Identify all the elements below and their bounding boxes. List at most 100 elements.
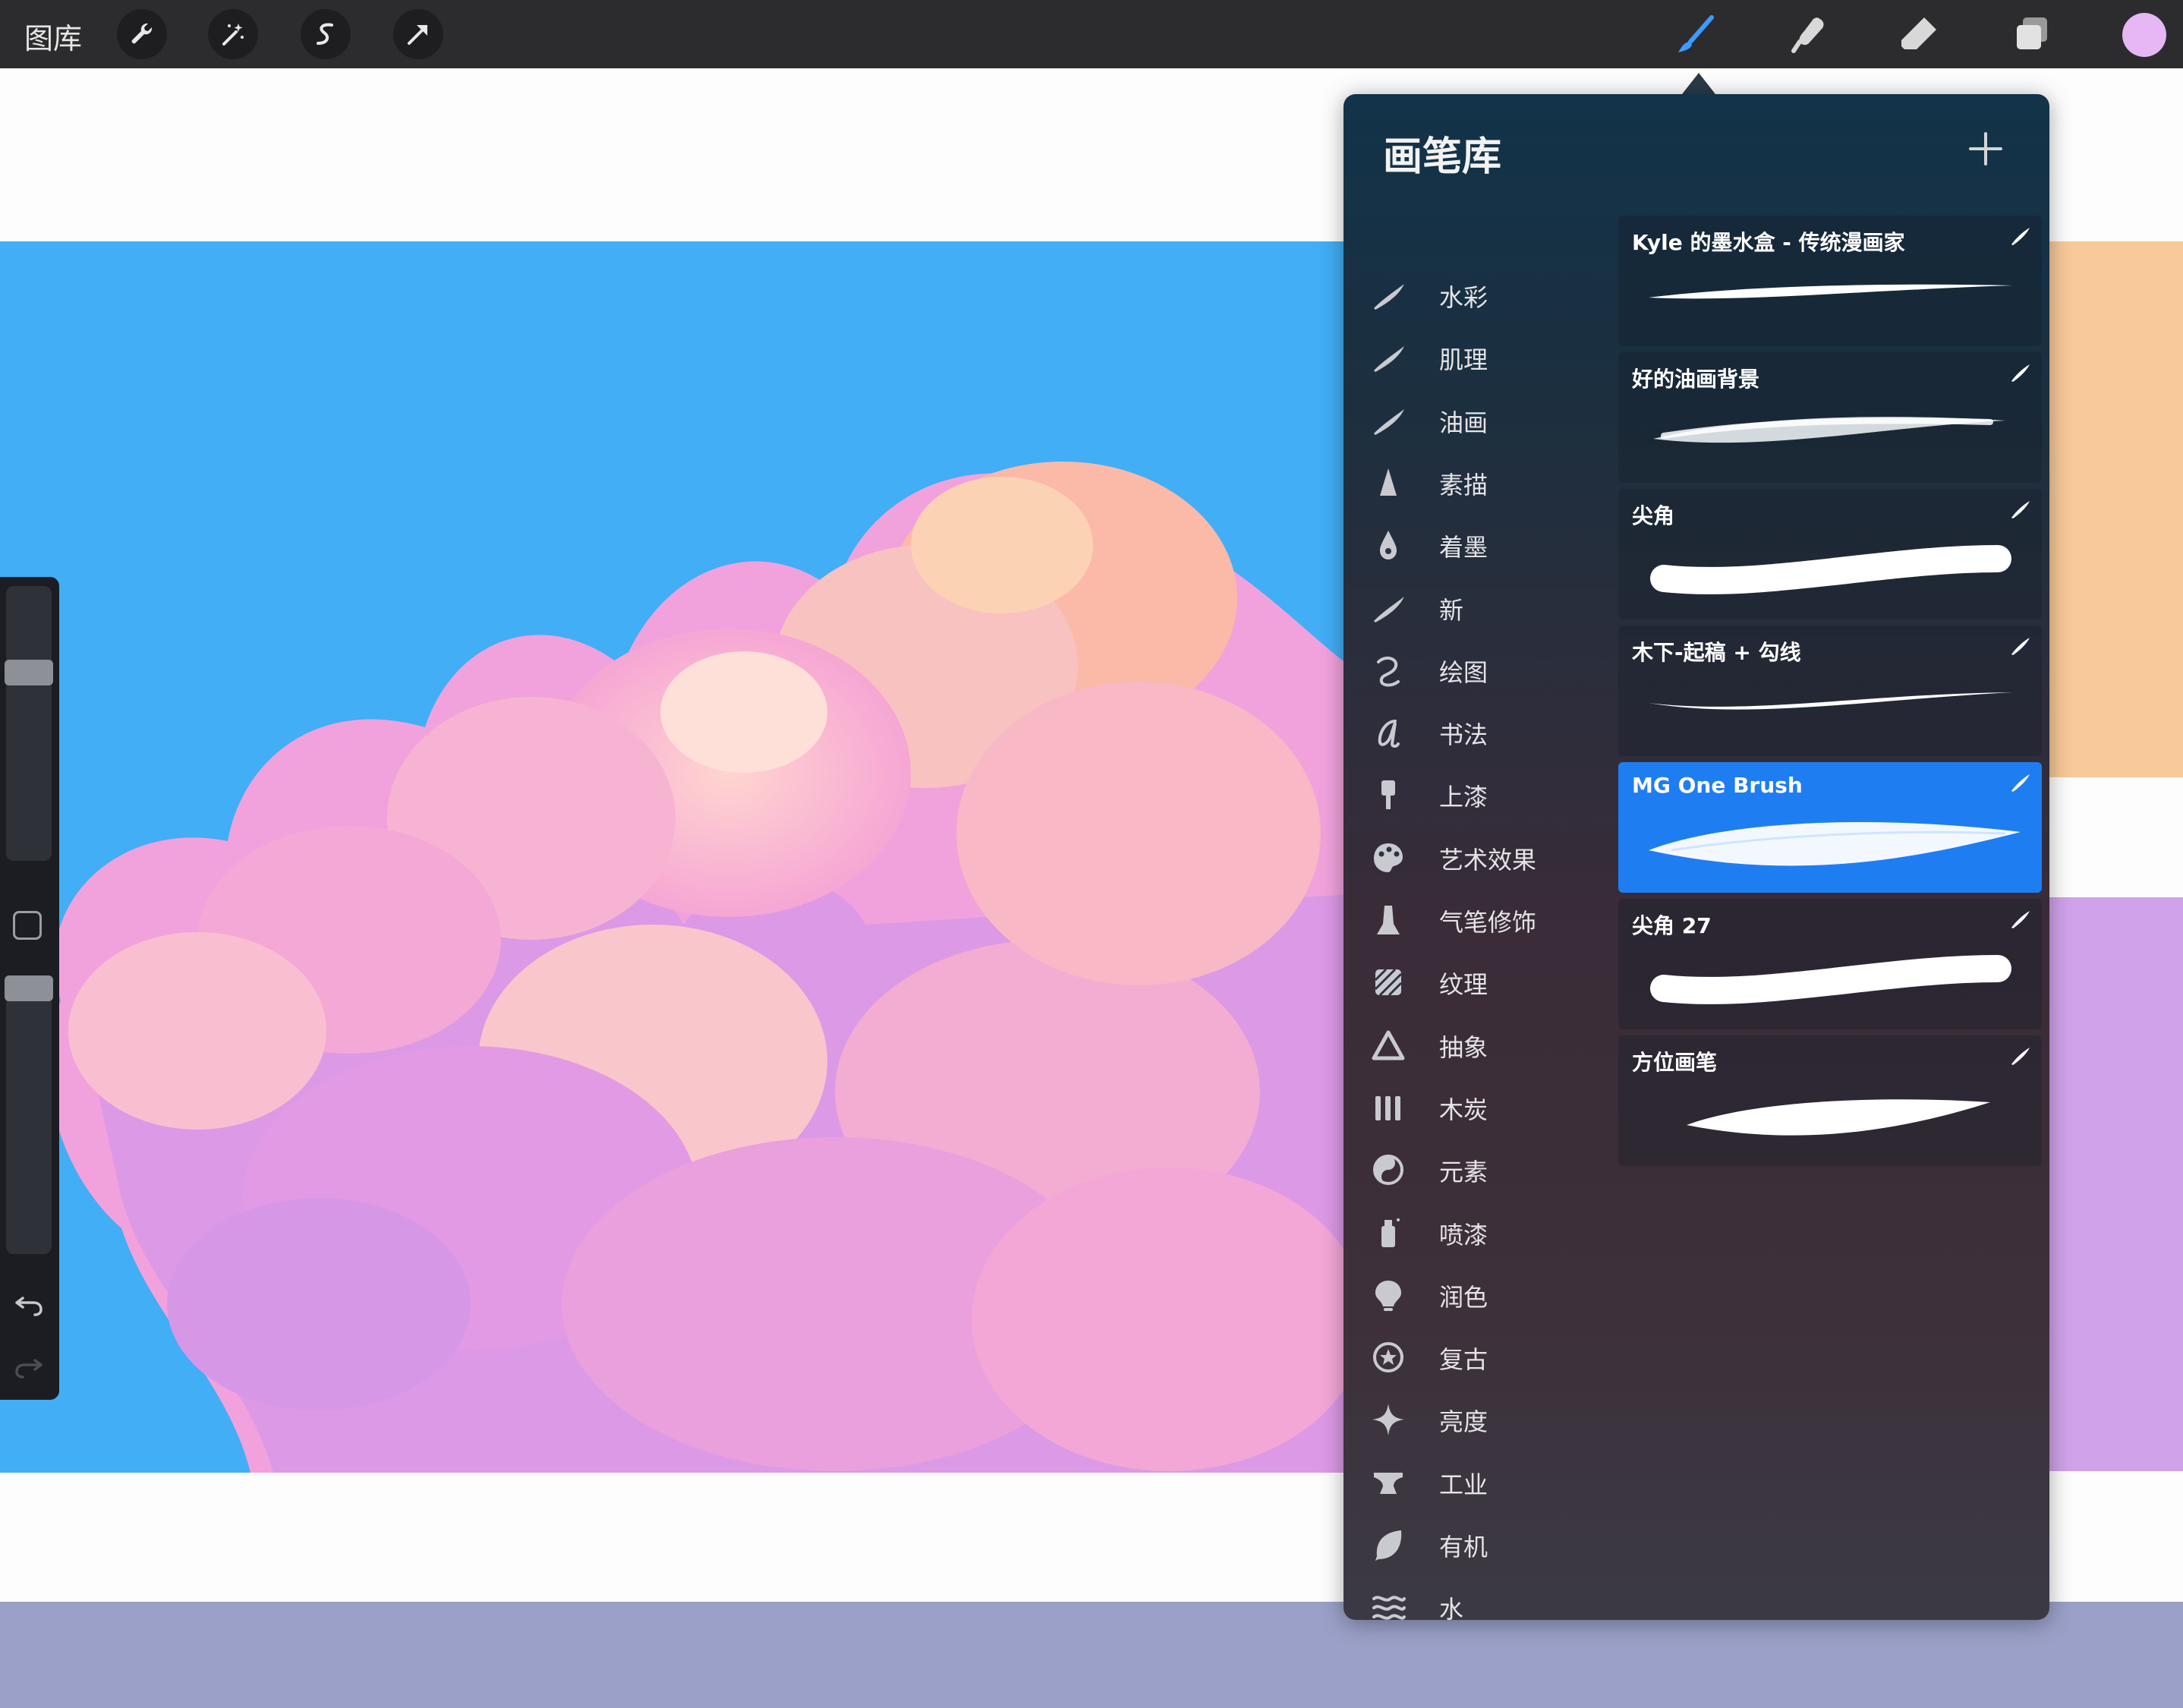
brush-category-label: 绘图 [1439,657,1488,687]
brush-category-item[interactable]: 抽象 [1344,1014,1617,1076]
brush-category-item[interactable]: 艺术效果 [1344,827,1617,889]
brush-stylus-icon [2011,1048,2030,1065]
brush-category-item[interactable]: 润色 [1344,1264,1617,1326]
pencil-tip-icon [1380,468,1397,496]
leaf-icon [1375,1530,1402,1561]
brush-category-item[interactable]: 复古 [1344,1326,1617,1388]
canvas-orange-band [2042,241,2183,777]
brush-stroke-preview [1649,284,2013,299]
star-badge-icon [1373,1342,1403,1373]
plus-icon[interactable] [1964,128,2007,170]
brush-name: 木下-起稿 + 勾线 [1632,640,1801,665]
eraser-icon[interactable] [1893,8,1946,61]
brush-name: MG One Brush [1632,773,1803,798]
magic-wand-icon[interactable] [208,9,258,59]
brush-size-handle[interactable] [5,660,53,685]
brush-name: 尖角 [1632,503,1675,528]
brush-card[interactable]: 尖角 [1618,489,2042,619]
brush-card[interactable]: 好的油画背景 [1618,352,2042,483]
undo-icon[interactable] [11,1284,47,1321]
brush-category-item[interactable]: 肌理 [1344,326,1617,389]
brush-category-item[interactable]: 木炭 [1344,1076,1617,1139]
brush-size-slider[interactable] [5,586,53,861]
brush-category-label: 木炭 [1439,1095,1488,1124]
brush-category-label: 着墨 [1439,533,1488,563]
color-swatch[interactable] [2122,13,2166,57]
swirl-icon [1377,656,1400,687]
brush-stroke-preview [1650,545,2011,594]
ink-drop-icon [1380,531,1397,560]
triangle-icon [1372,1030,1405,1060]
brush-stroke-preview [1649,692,2013,710]
brush-stroke-preview [1649,822,2021,866]
brush-category-item[interactable]: 书法 [1344,701,1617,764]
left-sidebar [0,577,59,1400]
opacity-handle[interactable] [5,975,53,1001]
anvil-icon [1374,1472,1403,1494]
brush-category-item[interactable]: 新 [1344,577,1617,639]
opacity-slider[interactable] [5,975,53,1254]
cloud-painting [49,462,1351,1473]
brush-name: 好的油画背景 [1632,367,1760,392]
brush-stylus-icon [2011,774,2030,792]
brush-category-item[interactable]: 喷漆 [1344,1202,1617,1264]
brush-stylus-icon [2011,364,2030,382]
lightbulb-icon [1375,1280,1401,1311]
brush-category-item[interactable]: 气笔修饰 [1344,889,1617,951]
brush-category-label: 元素 [1439,1158,1488,1187]
panel-caret [1682,73,1715,94]
brush-category-item[interactable]: 上漆 [1344,764,1617,826]
brush-category-item[interactable]: 纹理 [1344,951,1617,1013]
gallery-button[interactable]: 图库 [24,15,82,57]
transform-arrow-icon[interactable] [393,9,443,59]
selection-s-icon[interactable] [301,9,351,59]
redo-icon[interactable] [11,1347,47,1383]
stroke-icon [1374,346,1404,373]
brush-card[interactable]: Kyle 的墨水盒 - 传统漫画家 [1618,216,2042,346]
brush-category-label: 书法 [1439,720,1488,750]
brush-category-item[interactable]: 绘图 [1344,639,1617,701]
brush-card[interactable]: 木下-起稿 + 勾线 [1618,626,2042,756]
brush-category-item[interactable]: 水彩 [1344,264,1617,326]
brush-category-label: 润色 [1439,1282,1488,1312]
paint-brush-icon [1381,780,1395,810]
smudge-icon[interactable] [1782,8,1835,61]
brush-card[interactable]: MG One Brush [1618,762,2042,893]
brush-category-label: 工业 [1439,1470,1488,1499]
brush-category-label: 纹理 [1439,970,1488,1000]
brush-category-item[interactable]: 油画 [1344,389,1617,452]
wrench-icon[interactable] [117,9,167,59]
brush-stroke-preview [1653,417,2005,443]
brush-category-label: 喷漆 [1439,1220,1488,1249]
airbrush-icon [1377,906,1400,934]
brush-category-label: 艺术效果 [1439,845,1537,874]
brush-category-label: 气笔修饰 [1439,908,1537,937]
brush-category-item[interactable]: 水 [1344,1576,1617,1620]
brush-category-label: 抽象 [1439,1032,1488,1062]
yin-yang-icon [1373,1155,1403,1186]
brush-card[interactable]: 方位画笔 [1618,1035,2042,1166]
brush-category-item[interactable]: 素描 [1344,452,1617,514]
brush-category-label: 有机 [1439,1533,1488,1561]
brush-category-item[interactable]: 工业 [1344,1451,1617,1514]
brush-category-item[interactable]: 元素 [1344,1139,1617,1201]
brush-category-item[interactable]: 有机 [1344,1514,1617,1576]
brush-category-label: 油画 [1439,408,1488,437]
brush-stylus-icon [2011,911,2030,928]
brush-category-label: 复古 [1439,1345,1488,1375]
brush-card[interactable]: 尖角 27 [1618,899,2042,1029]
waves-icon [1372,1596,1406,1620]
brush-stroke-preview [1687,1099,1990,1136]
brush-category-item[interactable]: 亮度 [1344,1388,1617,1451]
spray-can-icon [1381,1218,1400,1247]
brush-icon[interactable] [1670,8,1723,61]
sparkle-icon [1372,1404,1404,1436]
brush-category-label: 水彩 [1439,283,1488,312]
brush-category-item[interactable]: 着墨 [1344,514,1617,576]
brush-stylus-icon [2011,228,2030,245]
layers-icon[interactable] [2005,8,2059,61]
brush-category-label: 亮度 [1439,1407,1488,1437]
brush-stylus-icon [2011,638,2030,655]
modify-square-icon[interactable] [13,911,42,940]
brush-name: Kyle 的墨水盒 - 传统漫画家 [1632,230,1905,255]
